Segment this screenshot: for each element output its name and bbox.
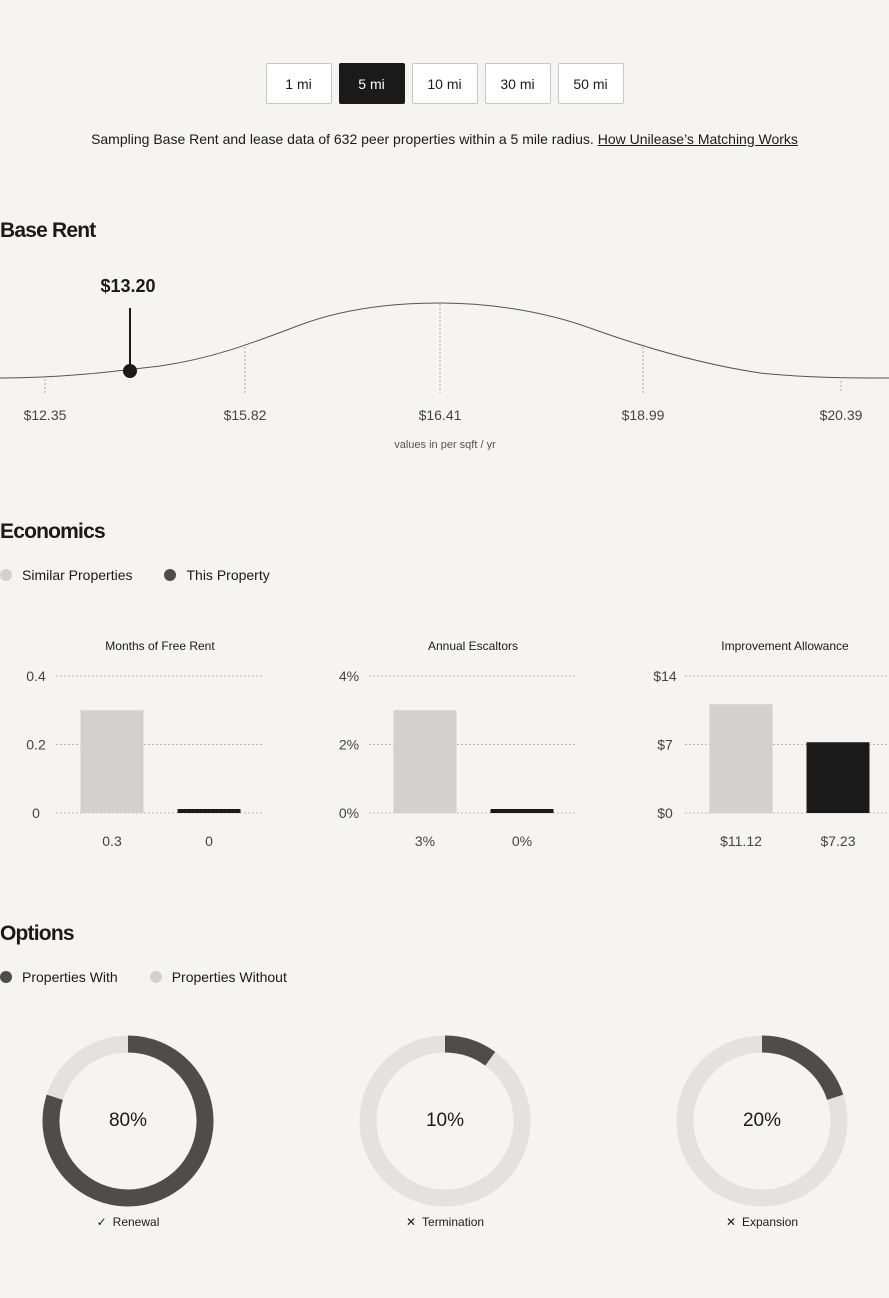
donut-caption-text: Renewal [112, 1215, 160, 1229]
bar-this-property [806, 742, 870, 813]
radius-30mi-button[interactable]: 30 mi [484, 63, 551, 104]
y-tick-label: 2% [339, 737, 359, 753]
radius-10mi-button[interactable]: 10 mi [411, 63, 478, 104]
bar-this-property [490, 809, 554, 813]
check-icon: ✓ [96, 1215, 107, 1229]
chart-free-rent: Months of Free Rent 0.4 0.2 0 0.3 0 [26, 639, 264, 849]
legend-label: Similar Properties [22, 567, 133, 583]
legend-dot [149, 971, 162, 983]
legend-item-this-property: This Property [164, 567, 270, 583]
donut-termination: 10% ✕ Termination [359, 1035, 531, 1235]
bar-similar-properties [393, 710, 457, 813]
tick-label: $12.35 [24, 407, 67, 423]
y-tick-label: 4% [339, 668, 359, 684]
donut-percentage: 10% [425, 1110, 465, 1131]
donut-caption-text: Termination [422, 1215, 485, 1229]
radius-5mi-button[interactable]: 5 mi [338, 63, 405, 104]
cross-icon: ✕ [405, 1215, 417, 1229]
y-tick-label: 0.2 [26, 737, 46, 753]
matching-info-link[interactable]: How Unilease’s Matching Works [598, 131, 798, 147]
bar-similar-properties [80, 710, 144, 813]
y-tick-label: $14 [653, 668, 677, 684]
donut-percentage: 80% [108, 1110, 148, 1131]
options-legend: Properties With Properties Without [0, 969, 319, 985]
donut-expansion: 20% ✕ Expansion [676, 1035, 848, 1235]
cross-icon: ✕ [725, 1215, 736, 1229]
bar-value-label: 0 [205, 833, 213, 849]
radius-50mi-button[interactable]: 50 mi [557, 63, 624, 104]
bar-value-label: 0.3 [102, 833, 122, 849]
tick-label: $16.41 [419, 407, 462, 423]
legend-item-similar: Similar Properties [0, 567, 132, 583]
legend-label: This Property [186, 567, 270, 583]
legend-label: Properties With [22, 969, 118, 985]
chart-title: Months of Free Rent [105, 639, 215, 653]
donut-caption: ✓ Renewal [42, 1215, 214, 1229]
radius-selector: 1 mi 5 mi 10 mi 30 mi 50 mi [0, 63, 889, 104]
y-tick-label: 0 [32, 805, 40, 821]
y-tick-label: 0.4 [26, 668, 46, 684]
y-tick-label: 0% [339, 805, 359, 821]
base-rent-title: Base Rent [0, 219, 96, 242]
legend-item-with: Properties With [0, 969, 118, 985]
tick-label: $20.39 [820, 407, 863, 423]
tick-label: $18.99 [622, 407, 665, 423]
economics-title: Economics [0, 520, 106, 543]
donut-caption-text: Expansion [742, 1215, 799, 1229]
y-tick-label: $0 [657, 805, 673, 821]
chart-improvement-allowance: Improvement Allowance $14 $7 $0 $11.12 $7.23 [653, 639, 889, 849]
chart-escalators: Annual Escaltors 4% 2% 0% 3% 0% [339, 639, 577, 849]
chart-title: Improvement Allowance [721, 639, 849, 653]
economics-legend: Similar Properties This Property [0, 567, 302, 583]
y-tick-label: $7 [657, 737, 673, 753]
radius-1mi-button[interactable]: 1 mi [265, 63, 332, 104]
legend-item-without: Properties Without [149, 969, 287, 985]
property-marker-dot[interactable] [123, 364, 137, 378]
property-marker-label: $13.20 [100, 276, 155, 296]
legend-label: Properties Without [171, 969, 287, 985]
legend-dot [0, 569, 12, 581]
bar-this-property [177, 809, 241, 813]
bar-value-label: 3% [415, 833, 435, 849]
legend-dot [164, 569, 177, 581]
sampling-description: Sampling Base Rent and lease data of 632… [0, 131, 889, 147]
tick-label: $15.82 [224, 407, 267, 423]
bar-value-label: $7.23 [820, 833, 855, 849]
bar-value-label: 0% [512, 833, 532, 849]
donut-caption: ✕ Termination [359, 1215, 531, 1229]
legend-dot [0, 971, 12, 983]
donut-renewal: 80% ✓ Renewal [42, 1035, 214, 1235]
units-note: values in per sqft / yr [394, 439, 496, 450]
bar-similar-properties [709, 704, 773, 813]
donut-caption: ✕ Expansion [676, 1215, 848, 1229]
bar-value-label: $11.12 [720, 833, 762, 849]
chart-title: Annual Escaltors [428, 639, 518, 653]
donut-percentage: 20% [742, 1110, 782, 1131]
options-title: Options [0, 922, 75, 945]
sampling-text: Sampling Base Rent and lease data of 632… [91, 131, 594, 147]
base-rent-distribution: $13.20 $12.35 $15.82 $16.41 $18.99 $20.3… [0, 276, 889, 450]
